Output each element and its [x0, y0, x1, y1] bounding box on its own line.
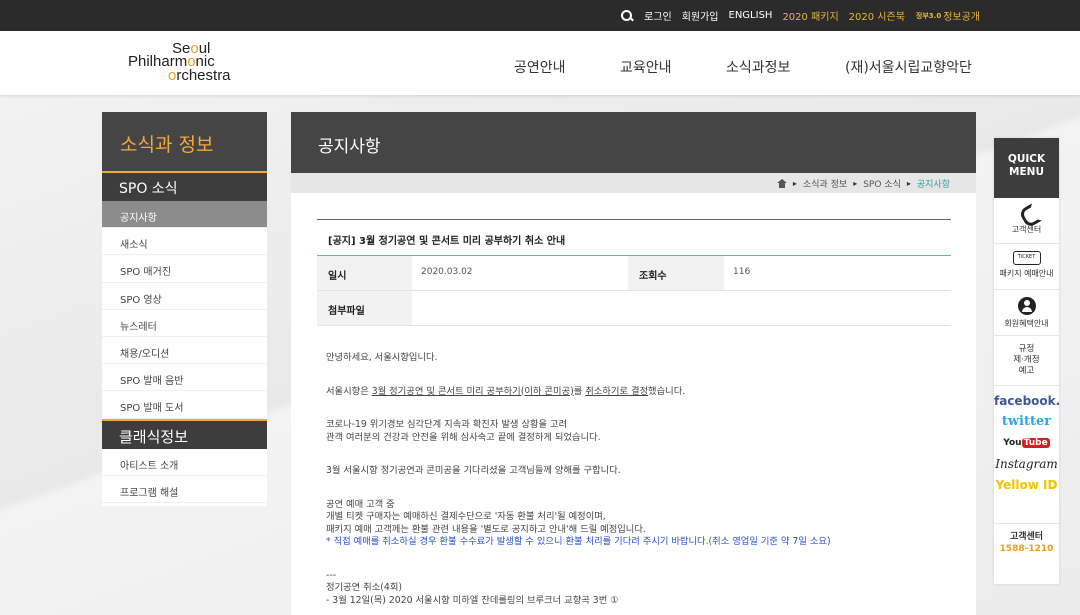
attachment-label: 첨부파일: [317, 291, 412, 325]
breadcrumb-item[interactable]: SPO 소식: [863, 177, 901, 190]
main-content: 공지사항 ▸ 소식과 정보 ▸ SPO 소식 ▸ 공지사항 [공지] 3월 정기…: [291, 112, 976, 615]
info-open-label: 정보공개: [943, 12, 980, 23]
side-navigation: 소식과 정보 SPO 소식 공지사항 새소식 SPO 매거진 SPO 영상 뉴스…: [102, 112, 267, 506]
body-paragraph: 정기공연 취소(4회): [326, 582, 402, 593]
side-nav-item-magazine[interactable]: SPO 매거진: [102, 255, 267, 283]
body-paragraph: 서울시향은 3월 정기공연 및 콘서트 미리 공부하기(이하 콘미공)를 취소하…: [326, 385, 686, 397]
body-paragraph: 관객 여러분의 건강과 안전을 위해 심사숙고 끝에 결정하게 되었습니다.: [326, 431, 601, 443]
body-paragraph: 개별 티켓 구매자는 예매하신 결제수단으로 '자동 환불 처리'될 예정이며,: [326, 511, 606, 522]
quick-rules-notice[interactable]: 규정 제·개정 예고: [994, 336, 1059, 386]
site-header: Seoul Philharmonic orchestra 공연안내 교육안내 소…: [0, 31, 1080, 95]
twitter-link[interactable]: twitter: [994, 413, 1059, 434]
date-value: 2020.03.02: [421, 267, 473, 277]
post-meta-row: 일시 2020.03.02 조회수 116: [317, 256, 951, 291]
quick-member-benefits[interactable]: 회원혜택안내: [994, 290, 1059, 336]
member-icon: [1017, 297, 1036, 315]
breadcrumb: ▸ 소식과 정보 ▸ SPO 소식 ▸ 공지사항: [291, 173, 976, 193]
body-divider: ---: [326, 569, 337, 581]
side-nav-category-classic-info[interactable]: 클래식정보: [102, 418, 267, 449]
side-nav-item-video[interactable]: SPO 영상: [102, 283, 267, 310]
home-icon[interactable]: [776, 178, 787, 188]
side-nav-item-artist[interactable]: 아티스트 소개: [102, 449, 267, 476]
social-links: facebook. twitter You Tube Instagram Yell…: [994, 386, 1060, 524]
post-info-table: [공지] 3월 정기공연 및 콘서트 미리 공부하기 취소 안내 일시 2020…: [317, 219, 951, 326]
views-label: 조회수: [628, 256, 724, 290]
side-nav-item-newsletter[interactable]: 뉴스레터: [102, 310, 267, 337]
gov30-badge: 정부3.0: [915, 11, 942, 20]
breadcrumb-item[interactable]: 소식과 정보: [803, 177, 847, 190]
body-paragraph: 코로나-19 위기경보 심각단계 지속과 확진자 발생 상황을 고려: [326, 419, 568, 430]
post-title: [공지] 3월 정기공연 및 콘서트 미리 공부하기 취소 안내: [317, 220, 951, 256]
views-value: 116: [733, 267, 751, 277]
facebook-link[interactable]: facebook.: [994, 392, 1060, 413]
refund-note: * 직접 예매를 취소하실 경우 환불 수수료가 발생할 수 있으니 환불 처리…: [326, 536, 831, 547]
post-body: 안녕하세요, 서울시향입니다. 서울시향은 3월 정기공연 및 콘서트 미리 공…: [326, 352, 956, 607]
side-nav-item-news[interactable]: 새소식: [102, 228, 267, 256]
quick-menu-title: QUICK MENU: [994, 138, 1059, 198]
body-paragraph: 안녕하세요, 서울시향입니다.: [326, 352, 438, 363]
season-book-link[interactable]: 2020 시즌북: [844, 8, 910, 23]
instagram-link[interactable]: Instagram: [994, 455, 1059, 476]
english-link[interactable]: ENGLISH: [724, 10, 778, 21]
date-label: 일시: [317, 256, 412, 290]
gnb-foundation[interactable]: (재)서울시립교향악단: [845, 57, 972, 77]
info-open-link[interactable]: 정부3.0 정보공개: [910, 8, 980, 24]
attachment-row: 첨부파일: [317, 291, 951, 326]
body-paragraph: 패키지 예매 고객께는 환불 관련 내용을 '별도로 공지하고 안내'해 드릴 …: [326, 523, 646, 535]
side-nav-item-book[interactable]: SPO 발매 도서: [102, 391, 267, 419]
side-nav-category-spo-news[interactable]: SPO 소식: [102, 173, 267, 201]
side-nav-item-program-notes[interactable]: 프로그램 해설: [102, 476, 267, 503]
quick-package-booking[interactable]: TICKET 패키지 예매안내: [994, 244, 1059, 290]
quick-menu: QUICK MENU 고객센터 TICKET 패키지 예매안내 회원혜택안내 규…: [994, 138, 1060, 584]
quick-customer-center[interactable]: 고객센터: [994, 198, 1059, 244]
page-title: 공지사항: [291, 112, 976, 173]
search-icon[interactable]: [619, 8, 635, 24]
breadcrumb-separator-icon: ▸: [853, 178, 858, 188]
side-nav-title: 소식과 정보: [102, 112, 267, 173]
login-link[interactable]: 로그인: [639, 8, 677, 23]
breadcrumb-separator-icon: ▸: [792, 178, 797, 188]
body-paragraph: - 3월 12일(목) 2020 서울시향 미하엘 잔데를링의 브루크너 교향곡…: [326, 594, 619, 606]
yellowid-link[interactable]: Yellow ID: [994, 476, 1059, 497]
spo-logo[interactable]: Seoul Philharmonic orchestra: [128, 40, 258, 86]
side-nav-item-album[interactable]: SPO 발매 음반: [102, 364, 267, 392]
quick-customer-tel[interactable]: 고객센터 1588-1210: [994, 524, 1059, 555]
youtube-link[interactable]: You Tube: [994, 434, 1059, 455]
body-paragraph: 공연 예매 고객 중: [326, 498, 395, 510]
attachment-value: [412, 291, 421, 325]
gnb-education[interactable]: 교육안내: [620, 57, 672, 77]
breadcrumb-current: 공지사항: [916, 179, 950, 190]
ticket-icon: TICKET: [1012, 251, 1041, 265]
gnb-performance[interactable]: 공연안내: [514, 57, 566, 77]
gnb-news-info[interactable]: 소식과정보: [726, 57, 790, 77]
side-nav-item-recruit[interactable]: 채용/오디션: [102, 337, 267, 365]
side-nav-item-notice[interactable]: 공지사항: [102, 201, 267, 229]
utility-bar: 로그인 회원가입 ENGLISH 2020 패키지 2020 시즌북 정부3.0…: [0, 0, 1080, 31]
body-paragraph: 3월 서울시향 정기공연과 콘미공을 기다리셨을 고객님들께 양해를 구합니다.: [326, 465, 621, 476]
signup-link[interactable]: 회원가입: [677, 8, 724, 23]
package-link[interactable]: 2020 패키지: [777, 8, 843, 23]
phone-icon: [1019, 205, 1035, 221]
breadcrumb-separator-icon: ▸: [906, 178, 911, 188]
